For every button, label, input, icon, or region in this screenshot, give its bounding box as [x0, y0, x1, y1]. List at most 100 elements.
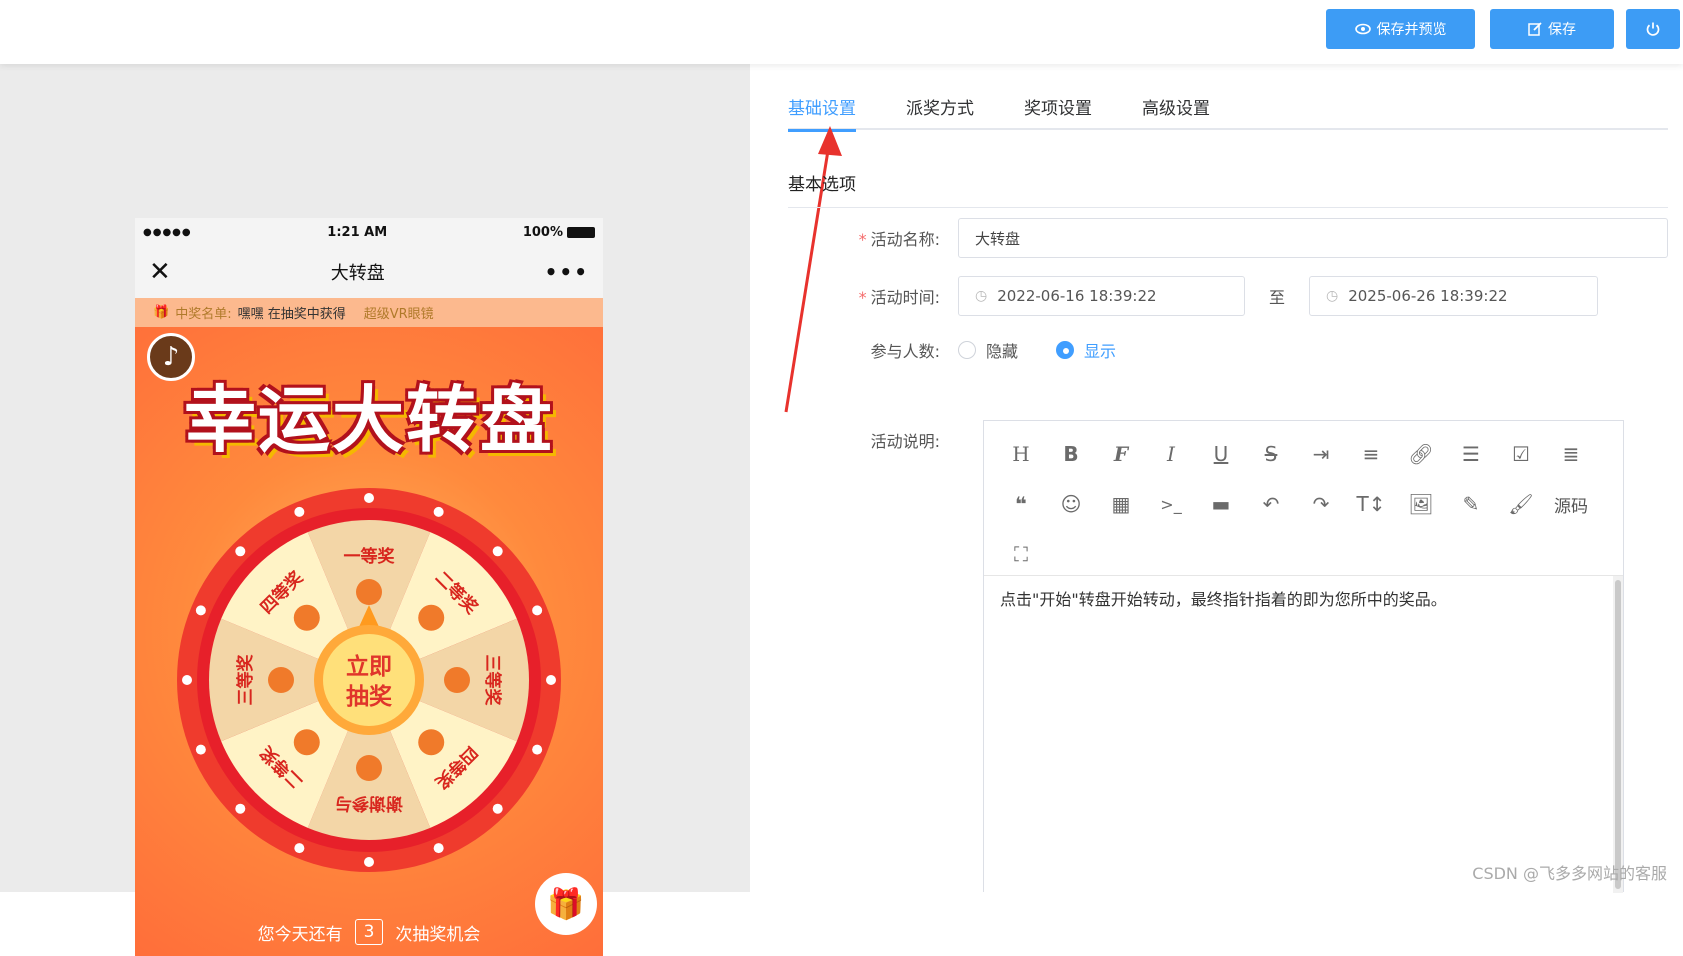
- phone-preview: ●●●●● 1:21 AM 100% ✕ 大转盘 ••• 🎁 中奖名单: 嘿嘿 …: [135, 218, 603, 956]
- radio-hide[interactable]: 隐藏: [958, 338, 1018, 362]
- edit-icon: [1528, 22, 1542, 36]
- checkbox-icon[interactable]: ☑: [1496, 429, 1546, 479]
- indent-icon[interactable]: ⇥: [1296, 429, 1346, 479]
- wheel-light-dot: [196, 745, 206, 755]
- wheel-light-dot: [434, 507, 444, 517]
- start-button-line2[interactable]: 抽奖: [346, 683, 392, 710]
- activity-name-label: *活动名称:: [788, 226, 958, 250]
- wheel-light-dot: [532, 605, 542, 615]
- radio-hide-label: 隐藏: [986, 338, 1018, 362]
- activity-time-label: *活动时间:: [788, 284, 958, 308]
- tab-award-method[interactable]: 派奖方式: [906, 86, 974, 130]
- end-date-input[interactable]: ◷ 2025-06-26 18:39:22: [1309, 276, 1598, 316]
- prize-image-icon: [444, 667, 470, 693]
- battery-percent: 100%: [523, 225, 563, 240]
- ticker-prize: 超级VR眼镜: [364, 303, 434, 322]
- radio-show[interactable]: 显示: [1056, 338, 1116, 362]
- link-icon[interactable]: 🔗︎: [1396, 429, 1446, 479]
- participants-row: 参与人数: 隐藏 显示: [788, 338, 1668, 362]
- participants-label: 参与人数:: [788, 338, 958, 362]
- phone-page-title: 大转盘: [331, 259, 385, 285]
- close-icon[interactable]: ✕: [149, 257, 171, 287]
- power-button[interactable]: [1626, 9, 1680, 49]
- tab-advanced[interactable]: 高级设置: [1142, 86, 1210, 130]
- wheel-light-dot: [235, 804, 245, 814]
- list-icon[interactable]: ☰: [1446, 429, 1496, 479]
- align-left-icon[interactable]: ≣: [1546, 429, 1596, 479]
- code-icon[interactable]: >_: [1146, 479, 1196, 529]
- wheel-prize-label: 三等奖: [235, 654, 256, 706]
- date-separator: 至: [1245, 284, 1309, 308]
- editor-scrollbar[interactable]: [1613, 576, 1623, 893]
- prize-image-icon: [294, 605, 320, 631]
- wheel-light-dot: [532, 745, 542, 755]
- editor-toolbar: H B F I U S ⇥ ≡ 🔗︎ ☰ ☑ ≣ ❝ ☺ ▦ >_ ▬ ↶ ↷ …: [984, 421, 1623, 576]
- save-button[interactable]: 保存: [1490, 9, 1614, 49]
- more-icon[interactable]: •••: [545, 260, 589, 284]
- brush-icon[interactable]: 🖌︎: [1496, 479, 1546, 529]
- prize-image-icon: [418, 605, 444, 631]
- wheel-light-dot: [364, 857, 374, 867]
- annotation-arrow: [780, 122, 850, 422]
- line-height-icon[interactable]: ≡: [1346, 429, 1396, 479]
- editor-content[interactable]: 点击"开始"转盘开始转动，最终指针指着的即为您所中的奖品。: [984, 576, 1623, 620]
- status-time: 1:21 AM: [327, 225, 387, 240]
- watermark: CSDN @飞多多网站的客服: [1472, 860, 1667, 884]
- radio-show-circle[interactable]: [1056, 341, 1074, 359]
- chances-prefix: 您今天还有: [258, 920, 343, 945]
- italic-icon[interactable]: I: [1146, 429, 1196, 479]
- activity-name-row: *活动名称: 大转盘: [788, 218, 1668, 258]
- pen-icon[interactable]: ✎: [1446, 479, 1496, 529]
- chances-count: 3: [355, 919, 384, 945]
- section-title: 基本选项: [788, 170, 1668, 208]
- radio-show-label: 显示: [1084, 338, 1116, 362]
- description-label: 活动说明:: [788, 428, 958, 452]
- gift-small-icon: 🎁: [153, 305, 169, 320]
- redo-icon[interactable]: ↷: [1296, 479, 1346, 529]
- ticker-label: 中奖名单:: [175, 303, 231, 322]
- activity-name-input[interactable]: 大转盘: [958, 218, 1668, 258]
- horizontal-rule-icon[interactable]: ▬: [1196, 479, 1246, 529]
- source-code-button[interactable]: 源码: [1546, 479, 1596, 529]
- prize-wheel[interactable]: 一等奖二等奖三等奖四等奖谢谢参与二等奖三等奖四等奖 立即 抽奖: [174, 485, 564, 875]
- wheel-light-dot: [493, 804, 503, 814]
- prize-image-icon: [418, 729, 444, 755]
- winners-ticker: 🎁 中奖名单: 嘿嘿 在抽奖中获得 超级VR眼镜: [135, 298, 603, 327]
- bold-icon[interactable]: B: [1046, 429, 1096, 479]
- font-icon[interactable]: F: [1096, 429, 1146, 479]
- underline-icon[interactable]: U: [1196, 429, 1246, 479]
- image-icon[interactable]: 🖼︎: [1396, 479, 1446, 529]
- strikethrough-icon[interactable]: S: [1246, 429, 1296, 479]
- game-title: 幸运大转盘: [135, 361, 603, 466]
- prize-image-icon: [294, 729, 320, 755]
- wheel-light-dot: [294, 843, 304, 853]
- save-and-preview-button[interactable]: 保存并预览: [1326, 9, 1475, 49]
- font-size-icon[interactable]: T↕: [1346, 479, 1396, 529]
- top-toolbar: 保存并预览 保存: [0, 0, 1683, 64]
- prize-image-icon: [356, 755, 382, 781]
- heading-icon[interactable]: H: [996, 429, 1046, 479]
- start-button-line1[interactable]: 立即: [346, 653, 392, 680]
- wheel-light-dot: [182, 675, 192, 685]
- table-icon[interactable]: ▦: [1096, 479, 1146, 529]
- phone-nav-bar: ✕ 大转盘 •••: [135, 246, 603, 298]
- save-and-preview-label: 保存并预览: [1377, 19, 1447, 39]
- status-bar: ●●●●● 1:21 AM 100%: [135, 218, 603, 246]
- tab-prizes[interactable]: 奖项设置: [1024, 86, 1092, 130]
- radio-hide-circle[interactable]: [958, 341, 976, 359]
- clock-icon: ◷: [975, 288, 987, 304]
- start-date-input[interactable]: ◷ 2022-06-16 18:39:22: [958, 276, 1245, 316]
- battery-indicator: 100%: [523, 225, 595, 240]
- power-icon: [1645, 21, 1661, 37]
- prize-image-icon: [356, 579, 382, 605]
- preview-panel: ●●●●● 1:21 AM 100% ✕ 大转盘 ••• 🎁 中奖名单: 嘿嘿 …: [0, 64, 750, 892]
- chances-suffix: 次抽奖机会: [395, 920, 480, 945]
- save-label: 保存: [1548, 19, 1576, 39]
- undo-icon[interactable]: ↶: [1246, 479, 1296, 529]
- fullscreen-icon[interactable]: ⛶: [996, 529, 1046, 579]
- quote-icon[interactable]: ❝: [996, 479, 1046, 529]
- chances-bar: 您今天还有 3 次抽奖机会: [135, 919, 603, 945]
- eye-icon: [1355, 23, 1371, 35]
- emoji-icon[interactable]: ☺: [1046, 479, 1096, 529]
- wheel-light-dot: [235, 546, 245, 556]
